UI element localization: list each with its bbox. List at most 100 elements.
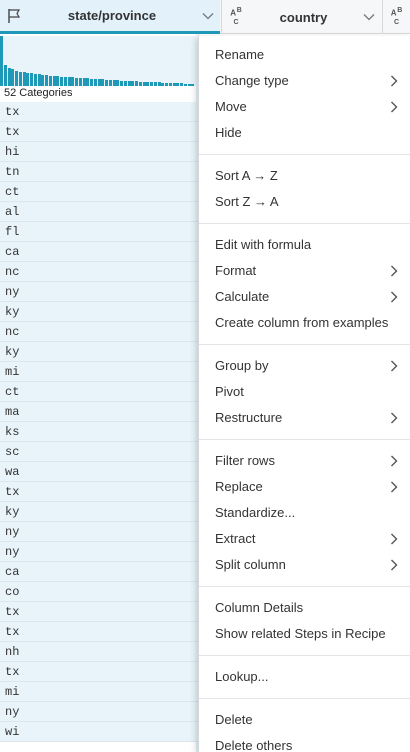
histogram-bar[interactable] bbox=[191, 84, 195, 86]
table-row[interactable]: mi bbox=[0, 362, 200, 382]
histogram-bar[interactable] bbox=[172, 83, 176, 86]
histogram-bar[interactable] bbox=[165, 83, 168, 86]
histogram-bar[interactable] bbox=[22, 72, 26, 86]
table-row[interactable]: ct bbox=[0, 382, 200, 402]
menu-item-create-column-from-examples[interactable]: Create column from examples bbox=[199, 310, 410, 336]
histogram-bar[interactable] bbox=[116, 80, 120, 86]
histogram-bar[interactable] bbox=[0, 36, 3, 86]
histogram-bar[interactable] bbox=[183, 84, 187, 86]
table-row[interactable]: sc bbox=[0, 442, 200, 462]
histogram-bar[interactable] bbox=[153, 82, 157, 86]
table-row[interactable]: tx bbox=[0, 122, 200, 142]
table-row[interactable]: al bbox=[0, 202, 200, 222]
histogram-bar[interactable] bbox=[101, 79, 105, 86]
histogram-bar[interactable] bbox=[75, 78, 78, 86]
table-row[interactable]: ny bbox=[0, 282, 200, 302]
table-row[interactable]: tx bbox=[0, 622, 200, 642]
histogram-bar[interactable] bbox=[180, 83, 183, 86]
table-row[interactable]: hi bbox=[0, 142, 200, 162]
table-row[interactable]: ny bbox=[0, 522, 200, 542]
histogram-bar[interactable] bbox=[187, 84, 191, 86]
table-row[interactable]: ny bbox=[0, 542, 200, 562]
histogram-bar[interactable] bbox=[127, 81, 131, 86]
menu-item-sort-z-a[interactable]: Sort Z → A bbox=[199, 189, 410, 215]
histogram-bar[interactable] bbox=[63, 77, 67, 86]
histogram-bar[interactable] bbox=[161, 83, 165, 86]
histogram-bar[interactable] bbox=[41, 75, 45, 86]
histogram-bar[interactable] bbox=[157, 82, 161, 86]
menu-item-move[interactable]: Move bbox=[199, 94, 410, 120]
menu-item-format[interactable]: Format bbox=[199, 258, 410, 284]
table-row[interactable]: ma bbox=[0, 402, 200, 422]
histogram-bar[interactable] bbox=[52, 76, 56, 86]
histogram-bar[interactable] bbox=[11, 69, 15, 86]
menu-item-column-details[interactable]: Column Details bbox=[199, 595, 410, 621]
histogram-bar[interactable] bbox=[131, 81, 135, 86]
chevron-down-icon[interactable] bbox=[196, 0, 220, 33]
flag-icon[interactable] bbox=[0, 0, 28, 33]
histogram-bar[interactable] bbox=[146, 82, 150, 86]
menu-item-extract[interactable]: Extract bbox=[199, 526, 410, 552]
menu-item-edit-with-formula[interactable]: Edit with formula bbox=[199, 232, 410, 258]
table-row[interactable]: nc bbox=[0, 262, 200, 282]
menu-item-calculate[interactable]: Calculate bbox=[199, 284, 410, 310]
histogram-bar[interactable] bbox=[33, 74, 37, 86]
histogram-bar[interactable] bbox=[86, 78, 90, 86]
histogram-bar[interactable] bbox=[97, 79, 101, 86]
histogram-bar[interactable] bbox=[168, 83, 172, 86]
table-row[interactable]: ks bbox=[0, 422, 200, 442]
histogram-bar[interactable] bbox=[176, 83, 180, 86]
menu-item-rename[interactable]: Rename bbox=[199, 42, 410, 68]
chevron-down-icon[interactable] bbox=[357, 0, 381, 34]
histogram-bar[interactable] bbox=[45, 75, 48, 86]
histogram-bar[interactable] bbox=[138, 82, 142, 86]
histogram-bar[interactable] bbox=[135, 81, 138, 86]
histogram-bar[interactable] bbox=[142, 82, 146, 86]
table-row[interactable]: ct bbox=[0, 182, 200, 202]
table-row[interactable]: ca bbox=[0, 242, 200, 262]
histogram-bar[interactable] bbox=[18, 72, 22, 86]
histogram-bar[interactable] bbox=[90, 79, 93, 86]
histogram-bar[interactable] bbox=[105, 80, 108, 86]
histogram-bar[interactable] bbox=[3, 65, 7, 86]
abc-string-icon[interactable]: A BC bbox=[222, 0, 250, 34]
menu-item-split-column[interactable]: Split column bbox=[199, 552, 410, 578]
abc-string-icon[interactable]: A BC bbox=[383, 0, 410, 34]
histogram-bar[interactable] bbox=[7, 68, 11, 86]
histogram-bar[interactable] bbox=[37, 74, 41, 86]
menu-item-pivot[interactable]: Pivot bbox=[199, 379, 410, 405]
table-row[interactable]: ky bbox=[0, 502, 200, 522]
category-histogram[interactable] bbox=[0, 36, 200, 86]
histogram-bar[interactable] bbox=[123, 81, 127, 86]
table-row[interactable]: ky bbox=[0, 302, 200, 322]
column-header-country[interactable]: A BC country bbox=[221, 0, 381, 34]
menu-item-filter-rows[interactable]: Filter rows bbox=[199, 448, 410, 474]
menu-item-change-type[interactable]: Change type bbox=[199, 68, 410, 94]
histogram-bar[interactable] bbox=[120, 81, 123, 86]
histogram-bar[interactable] bbox=[112, 80, 116, 86]
table-row[interactable]: ky bbox=[0, 342, 200, 362]
histogram-bar[interactable] bbox=[56, 76, 60, 86]
menu-item-replace[interactable]: Replace bbox=[199, 474, 410, 500]
table-row[interactable]: nh bbox=[0, 642, 200, 662]
menu-item-lookup[interactable]: Lookup... bbox=[199, 664, 410, 690]
table-row[interactable]: co bbox=[0, 582, 200, 602]
menu-item-group-by[interactable]: Group by bbox=[199, 353, 410, 379]
histogram-bar[interactable] bbox=[60, 77, 63, 86]
menu-item-standardize[interactable]: Standardize... bbox=[199, 500, 410, 526]
column-header-next[interactable]: A BC bbox=[382, 0, 410, 34]
table-row[interactable]: wi bbox=[0, 722, 200, 742]
table-row[interactable]: tx bbox=[0, 102, 200, 122]
table-row[interactable]: tn bbox=[0, 162, 200, 182]
menu-item-restructure[interactable]: Restructure bbox=[199, 405, 410, 431]
table-row[interactable]: tx bbox=[0, 662, 200, 682]
table-row[interactable]: nc bbox=[0, 322, 200, 342]
table-row[interactable]: mi bbox=[0, 682, 200, 702]
table-row[interactable]: wa bbox=[0, 462, 200, 482]
table-row[interactable]: tx bbox=[0, 602, 200, 622]
table-row[interactable]: ca bbox=[0, 562, 200, 582]
histogram-bar[interactable] bbox=[78, 78, 82, 86]
histogram-bar[interactable] bbox=[26, 73, 30, 86]
menu-item-hide[interactable]: Hide bbox=[199, 120, 410, 146]
table-row[interactable]: ny bbox=[0, 702, 200, 722]
